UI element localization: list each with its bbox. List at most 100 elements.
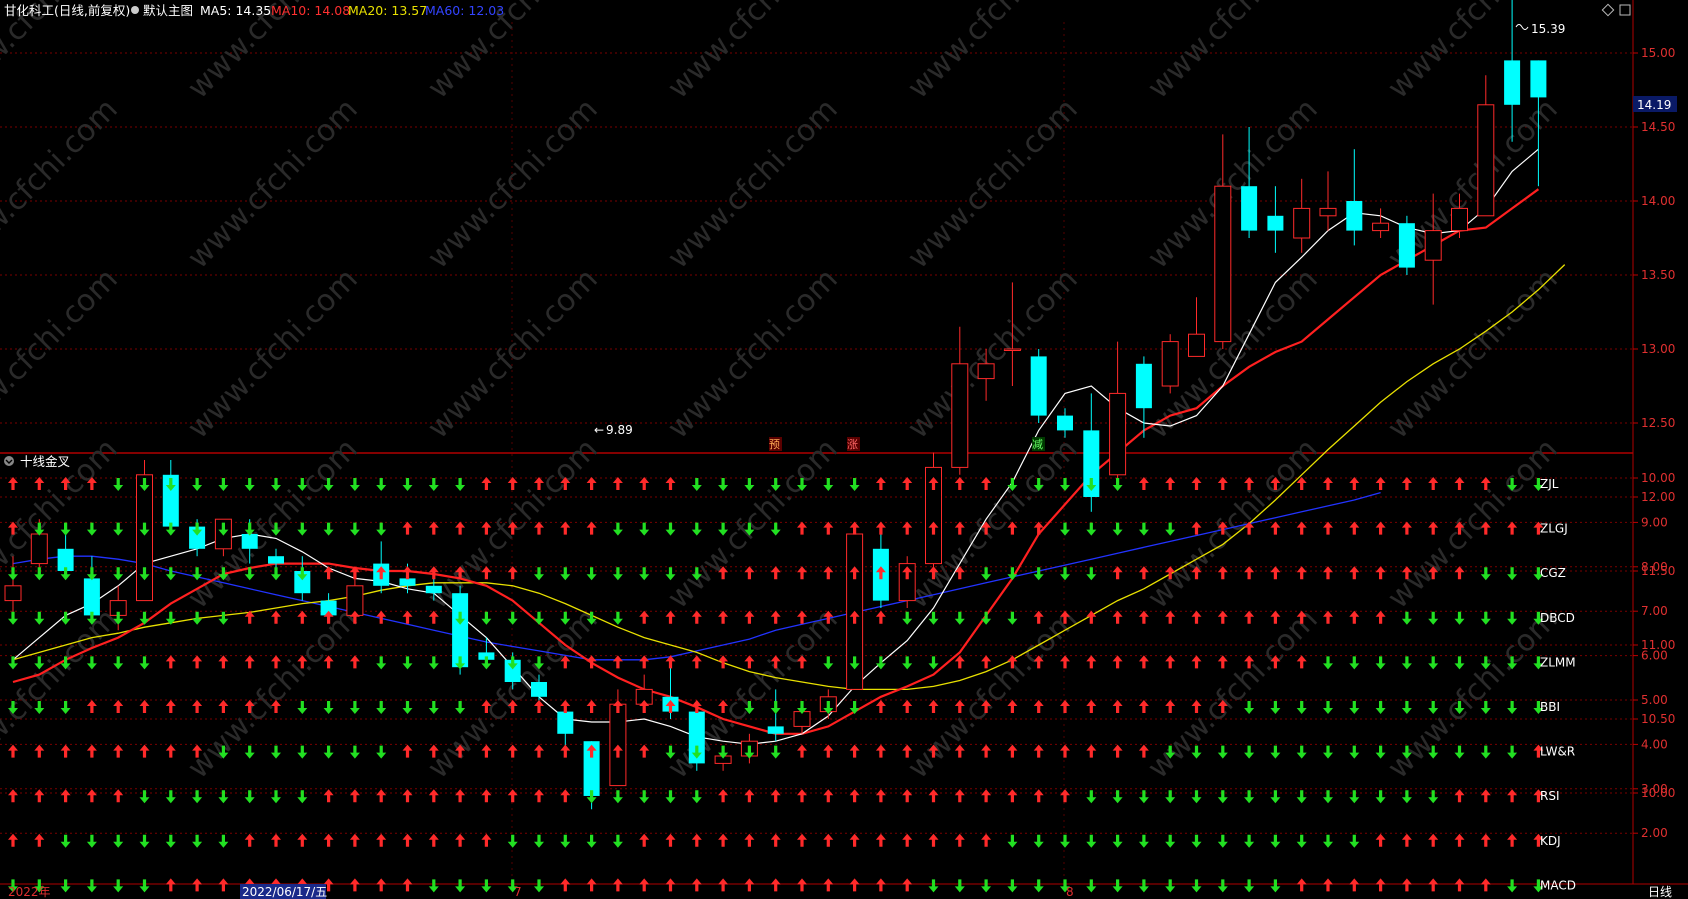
watermark-text: www.cfchi.com [901,0,1085,106]
up-arrow-icon [1270,566,1281,580]
up-arrow-icon [1217,610,1228,624]
down-arrow-icon [402,701,413,714]
up-arrow-icon [1480,789,1491,803]
down-arrow-icon [612,567,623,581]
main-chart-label[interactable]: 默认主图 [143,3,193,18]
up-arrow-icon [981,833,992,847]
svg-text:减: 减 [1032,438,1043,451]
down-arrow-icon [165,790,176,804]
down-arrow-icon [691,522,702,536]
up-arrow-icon [1165,477,1176,490]
up-arrow-icon [507,566,518,580]
down-arrow-icon [1349,745,1360,759]
up-arrow-icon [1033,700,1044,713]
stock-chart-canvas[interactable]: www.cfchi.com www.cfchi.com www.cfchi.com w… [0,0,1688,899]
stock-title[interactable]: 甘化科工(日线,前复权) [4,3,130,18]
up-arrow-icon [849,744,860,758]
candle-body [399,578,416,586]
up-arrow-icon [770,878,781,892]
svg-text:十线金叉: 十线金叉 [20,454,71,469]
down-arrow-icon [60,879,71,893]
down-arrow-icon [376,522,387,536]
candle-body [557,711,574,734]
down-arrow-icon [718,478,729,491]
down-arrow-icon [928,656,939,670]
event-marker-yu[interactable]: 预 [769,437,782,451]
candle-body [452,593,469,668]
up-arrow-icon [560,878,571,892]
down-arrow-icon [534,834,544,848]
down-arrow-icon [192,834,203,848]
down-arrow-icon [376,745,387,759]
up-arrow-icon [60,789,71,803]
up-arrow-icon [1191,610,1202,624]
down-arrow-icon [1165,834,1176,848]
indicator-row-label: KDJ [1540,834,1561,848]
down-arrow-icon [349,522,360,536]
up-arrow-icon [1112,700,1123,713]
watermark-text: www.cfchi.com [181,262,365,446]
diamond-icon[interactable] [1601,3,1615,17]
indicator-tick-label: 3.00 [1641,782,1668,796]
down-arrow-icon [823,478,834,491]
svg-text:9.89: 9.89 [606,423,633,437]
up-arrow-icon [1401,833,1412,847]
down-arrow-icon [1428,611,1439,625]
up-arrow-icon [902,477,913,490]
period-label[interactable]: 日线 [1648,885,1672,899]
price-tick-label: 12.00 [1641,490,1675,504]
watermark-text: www.cfchi.com [661,0,845,106]
up-arrow-icon [402,566,413,580]
down-arrow-icon [1138,790,1149,804]
candle-body [531,682,547,697]
down-arrow-icon [534,879,544,893]
down-arrow-icon [1480,567,1491,581]
down-arrow-icon [428,656,439,670]
down-arrow-icon [1401,701,1412,714]
event-marker-jian[interactable]: 减 [1032,437,1045,451]
watermark-text: www.cfchi.com [421,602,605,786]
down-arrow-icon [113,834,124,848]
up-arrow-icon [823,566,834,580]
watermark-text: www.cfchi.com [661,432,845,616]
candle [1319,171,1337,231]
up-arrow-icon [1060,789,1070,803]
up-arrow-icon [428,789,439,803]
up-arrow-icon [349,789,360,803]
window-square-icon[interactable] [1619,4,1631,16]
ma20-label: MA20: 13.57 [348,3,427,18]
sub-panel-header[interactable]: 十线金叉 [4,454,71,469]
up-arrow-icon [323,566,334,580]
up-arrow-icon [455,521,466,535]
down-arrow-icon [1112,522,1123,536]
down-arrow-icon [902,656,913,670]
down-arrow-icon [1375,701,1386,714]
up-arrow-icon [1454,833,1465,847]
candle-body [136,474,153,602]
down-arrow-icon [1480,745,1491,759]
event-marker-zhang[interactable]: 涨 [847,437,860,451]
up-arrow-icon [1428,878,1439,892]
up-arrow-icon [1401,521,1412,535]
down-arrow-icon [1138,522,1149,536]
up-arrow-icon [639,610,650,624]
down-arrow-icon [1033,567,1044,581]
candle [1398,215,1415,275]
up-arrow-icon [1296,878,1307,892]
up-arrow-icon [1060,700,1070,713]
up-arrow-icon [297,833,308,847]
up-arrow-icon [1349,878,1360,892]
down-arrow-icon [165,567,176,581]
watermark-text: www.cfchi.com [1141,432,1325,616]
up-arrow-icon [797,878,807,892]
up-arrow-icon [34,744,45,758]
candle [1083,393,1100,512]
down-arrow-icon [1244,745,1255,759]
candle [1346,149,1363,246]
year-label: 2022年 [8,885,51,899]
collapse-icon[interactable] [4,456,14,466]
down-arrow-icon [1480,611,1491,625]
up-arrow-icon [718,610,729,624]
down-arrow-icon [770,701,781,714]
down-arrow-icon [928,611,939,625]
